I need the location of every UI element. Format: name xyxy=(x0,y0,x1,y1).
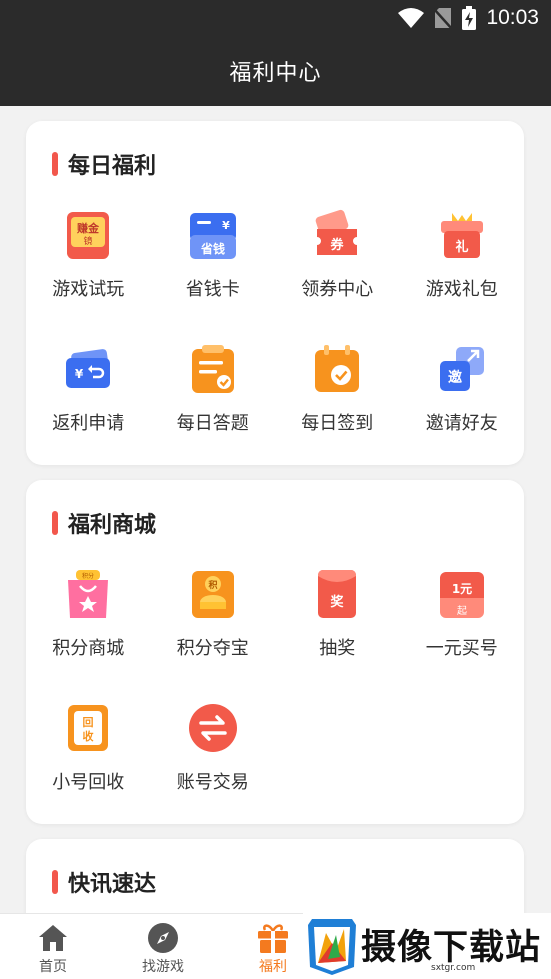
no-sim-icon xyxy=(434,8,453,29)
item-label: 领券中心 xyxy=(301,279,374,300)
watermark-logo-icon xyxy=(308,919,356,975)
treasure-icon: 积 xyxy=(191,571,234,618)
item-label: 返利申请 xyxy=(52,413,125,434)
item-label: 抽奖 xyxy=(319,638,356,659)
section-title-text: 福利商城 xyxy=(68,513,157,538)
content-scroll[interactable]: 每日福利 赚金 镜 游戏试玩 ¥ 省钱 省钱卡 券 领券中心 礼 游戏礼包 ¥ … xyxy=(0,106,551,913)
points-mall-bag-icon: 积分 xyxy=(68,570,109,618)
quiz-clipboard-icon xyxy=(191,345,234,393)
news-flash-card: 快讯速达 xyxy=(26,839,524,913)
benefit-mall-grid: 积分 积分商城 积 积分夺宝 奖 抽奖 1元 起 一元买号 回 收 小号回收 账… xyxy=(26,568,524,796)
recycle-icon-text-1: 回 xyxy=(83,715,94,729)
item-daily-checkin[interactable]: 每日签到 xyxy=(275,343,400,437)
save-card-yen: ¥ xyxy=(222,219,230,232)
section-title: 每日福利 xyxy=(52,149,156,179)
wifi-icon xyxy=(398,8,425,28)
rebate-yen: ¥ xyxy=(75,367,84,381)
tab-welfare[interactable]: 福利 xyxy=(233,922,313,976)
item-label: 账号交易 xyxy=(176,772,249,793)
item-points-treasure[interactable]: 积 积分夺宝 xyxy=(151,568,276,662)
title-accent-bar xyxy=(52,152,58,176)
coupon-icon: 券 xyxy=(315,209,358,255)
status-bar: 10:03 xyxy=(0,0,551,36)
one-yuan-icon: 1元 起 xyxy=(439,572,484,618)
one-yuan-icon-text: 1元 xyxy=(452,582,472,596)
compass-icon xyxy=(148,923,178,953)
tab-label: 福利 xyxy=(259,959,287,975)
exchange-arrows-icon xyxy=(188,704,237,752)
item-label: 每日答题 xyxy=(176,413,249,434)
tab-label: 首页 xyxy=(39,959,67,975)
section-title-text: 快讯速达 xyxy=(68,872,157,897)
item-account-recycle[interactable]: 回 收 小号回收 xyxy=(26,702,151,796)
title-accent-bar xyxy=(52,870,58,894)
item-one-yuan-account[interactable]: 1元 起 一元买号 xyxy=(400,568,525,662)
item-rebate-apply[interactable]: ¥ 返利申请 xyxy=(26,343,151,437)
home-icon xyxy=(39,925,67,951)
save-card-text: 省钱 xyxy=(200,241,225,256)
item-label: 积分夺宝 xyxy=(176,638,249,659)
item-label: 省钱卡 xyxy=(185,279,240,300)
rebate-wallet-icon: ¥ xyxy=(66,349,111,388)
status-time: 10:03 xyxy=(486,6,539,29)
item-label: 每日签到 xyxy=(301,413,374,434)
item-game-trial[interactable]: 赚金 镜 游戏试玩 xyxy=(26,209,151,303)
points-icon-text: 积分 xyxy=(82,572,94,580)
checkin-calendar-icon xyxy=(315,345,360,392)
item-label: 一元买号 xyxy=(425,638,498,659)
gift-icon-text: 礼 xyxy=(455,239,468,255)
item-invite-friends[interactable]: 邀 邀请好友 xyxy=(400,343,525,437)
item-label: 邀请好友 xyxy=(425,413,498,434)
item-account-trade[interactable]: 账号交易 xyxy=(151,702,276,796)
page-title: 福利中心 xyxy=(229,61,322,86)
earn-icon-text: 赚金 xyxy=(76,221,100,235)
recycle-icon-text-2: 收 xyxy=(83,729,94,743)
invite-icon-text: 邀 xyxy=(448,369,462,386)
invite-icon: 邀 xyxy=(439,347,484,391)
item-save-card[interactable]: ¥ 省钱 省钱卡 xyxy=(151,209,276,303)
section-title: 快讯速达 xyxy=(52,867,156,897)
section-title-text: 每日福利 xyxy=(68,154,157,179)
item-label: 游戏礼包 xyxy=(425,279,498,300)
watermark-url: sxtgr.com xyxy=(431,963,476,973)
lottery-icon-text: 奖 xyxy=(331,594,345,610)
watermark: 摄像下载站 sxtgr.com xyxy=(303,913,551,979)
daily-benefits-card: 每日福利 赚金 镜 游戏试玩 ¥ 省钱 省钱卡 券 领券中心 礼 游戏礼包 ¥ … xyxy=(26,121,524,465)
item-label: 游戏试玩 xyxy=(52,279,125,300)
coupon-icon-text: 券 xyxy=(330,237,345,253)
item-lottery[interactable]: 奖 抽奖 xyxy=(275,568,400,662)
save-card-icon: ¥ 省钱 xyxy=(189,213,236,259)
title-accent-bar xyxy=(52,511,58,535)
tab-label: 找游戏 xyxy=(142,959,184,975)
item-label: 小号回收 xyxy=(52,772,125,793)
treasure-icon-text: 积 xyxy=(208,579,217,591)
item-daily-quiz[interactable]: 每日答题 xyxy=(151,343,276,437)
gift-icon xyxy=(258,924,288,953)
earn-gold-icon: 赚金 镜 xyxy=(67,212,110,259)
app-header: 福利中心 xyxy=(0,36,551,106)
daily-benefits-grid: 赚金 镜 游戏试玩 ¥ 省钱 省钱卡 券 领券中心 礼 游戏礼包 ¥ 返利申请 … xyxy=(26,209,524,437)
battery-charging-icon xyxy=(462,6,477,30)
earn-icon-subtext: 镜 xyxy=(84,235,93,247)
item-coupon-center[interactable]: 券 领券中心 xyxy=(275,209,400,303)
gift-pack-icon: 礼 xyxy=(440,213,483,258)
recycle-icon: 回 收 xyxy=(68,705,109,751)
benefit-mall-card: 福利商城 积分 积分商城 积 积分夺宝 奖 抽奖 1元 起 一元买号 回 收 小… xyxy=(26,480,524,824)
section-title: 福利商城 xyxy=(52,508,156,538)
item-game-gift[interactable]: 礼 游戏礼包 xyxy=(400,209,525,303)
lottery-envelope-icon: 奖 xyxy=(318,570,357,618)
item-label: 积分商城 xyxy=(52,638,125,659)
tab-home[interactable]: 首页 xyxy=(13,922,93,976)
item-points-mall[interactable]: 积分 积分商城 xyxy=(26,568,151,662)
tab-find-games[interactable]: 找游戏 xyxy=(123,922,203,976)
one-yuan-icon-subtext: 起 xyxy=(457,605,467,617)
